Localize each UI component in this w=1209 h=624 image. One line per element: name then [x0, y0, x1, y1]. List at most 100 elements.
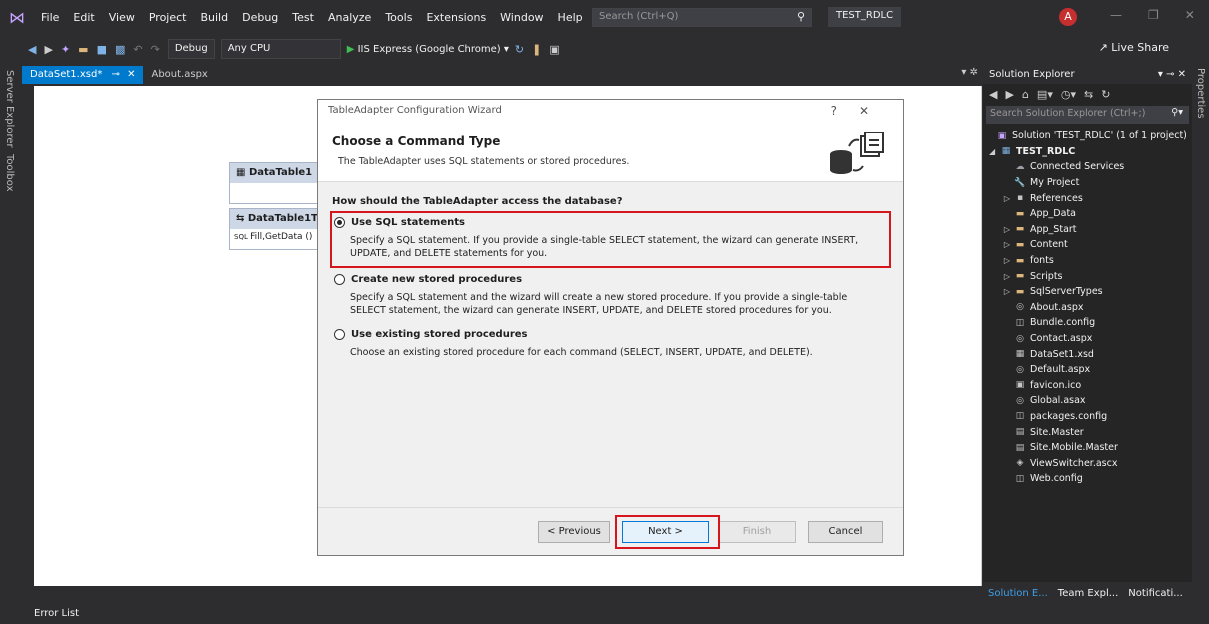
refresh-icon[interactable]: ↻: [515, 43, 524, 56]
radio-use-existing-procedures[interactable]: [334, 329, 345, 340]
pin-panel-icon[interactable]: ⊸: [1166, 69, 1178, 80]
close-dialog-button[interactable]: ✕: [859, 104, 891, 118]
menu-file[interactable]: File: [34, 11, 66, 24]
query-method: Fill,GetData (): [250, 232, 313, 242]
browser-link-icon[interactable]: ❚: [532, 43, 541, 56]
tree-item[interactable]: ▦ DataSet1.xsd: [983, 346, 1192, 362]
tree-item[interactable]: ▤ Site.Mobile.Master: [983, 440, 1192, 456]
tree-item[interactable]: ▷ ▬ fonts: [983, 253, 1192, 269]
toolbox-tab[interactable]: Toolbox: [4, 154, 15, 192]
tree-item[interactable]: ◫ Web.config: [983, 471, 1192, 487]
cancel-button[interactable]: Cancel: [808, 521, 883, 543]
back-icon[interactable]: ◀: [989, 88, 997, 101]
tab-about-aspx[interactable]: About.aspx: [143, 66, 215, 84]
solution-configuration-dropdown[interactable]: Debug: [167, 39, 215, 59]
collapsed-arrow-icon[interactable]: ▷: [1001, 287, 1013, 296]
pin-icon[interactable]: ⊸: [112, 69, 120, 80]
tab-solution-explorer[interactable]: Solution E...: [983, 588, 1053, 599]
menu-build[interactable]: Build: [193, 11, 235, 24]
menu-analyze[interactable]: Analyze: [321, 11, 378, 24]
switch-views-icon[interactable]: ▤▾: [1037, 88, 1053, 101]
menu-debug[interactable]: Debug: [235, 11, 285, 24]
save-icon[interactable]: ■: [97, 43, 107, 56]
tab-dataset1-xsd[interactable]: DataSet1.xsd* ⊸ ✕: [22, 66, 144, 84]
tree-item[interactable]: ▷ ▬ Scripts: [983, 268, 1192, 284]
tree-item[interactable]: ▬ App_Data: [983, 206, 1192, 222]
maximize-icon[interactable]: ❐: [1148, 8, 1159, 22]
forward-icon[interactable]: ▶: [44, 43, 52, 56]
option-use-existing-procedures[interactable]: Use existing stored procedures Choose an…: [332, 325, 887, 365]
collapsed-arrow-icon[interactable]: ▷: [1001, 256, 1013, 265]
tree-item[interactable]: ◫ Bundle.config: [983, 315, 1192, 331]
back-icon[interactable]: ◀: [28, 43, 36, 56]
help-button[interactable]: ?: [831, 104, 859, 118]
tab-notifications[interactable]: Notificati...: [1123, 588, 1187, 599]
home-icon[interactable]: ⌂: [1022, 88, 1029, 101]
tree-item[interactable]: ☁ Connected Services: [983, 159, 1192, 175]
solution-search-input[interactable]: Search Solution Explorer (Ctrl+;) ⚲▾: [986, 106, 1189, 124]
solution-platform-dropdown[interactable]: Any CPU: [220, 39, 341, 59]
expanded-arrow-icon[interactable]: ◢: [983, 147, 995, 156]
menu-extensions[interactable]: Extensions: [419, 11, 493, 24]
user-avatar[interactable]: A: [1059, 8, 1077, 26]
quick-launch-search[interactable]: Search (Ctrl+Q) ⚲: [592, 8, 812, 27]
menu-view[interactable]: View: [102, 11, 142, 24]
start-debugging-button[interactable]: ▶ IIS Express (Google Chrome) ▾: [347, 44, 509, 55]
tree-item[interactable]: ◎ About.aspx: [983, 300, 1192, 316]
tree-item-solution[interactable]: ▣ Solution 'TEST_RDLC' (1 of 1 project): [983, 128, 1192, 144]
close-panel-icon[interactable]: ✕: [1178, 69, 1186, 80]
tab-overflow-icon[interactable]: ▾ ✲: [961, 67, 978, 78]
collapsed-arrow-icon[interactable]: ▷: [1001, 225, 1013, 234]
radio-create-stored-procedures[interactable]: [334, 274, 345, 285]
refresh-icon[interactable]: ↻: [1101, 88, 1110, 101]
collapsed-arrow-icon[interactable]: ▷: [1001, 272, 1013, 281]
tree-item[interactable]: ◎ Default.aspx: [983, 362, 1192, 378]
tree-item-project[interactable]: ◢ ▦ TEST_RDLC: [983, 144, 1192, 160]
menu-tools[interactable]: Tools: [378, 11, 419, 24]
tab-team-explorer[interactable]: Team Expl...: [1053, 588, 1124, 599]
menu-project[interactable]: Project: [142, 11, 194, 24]
undo-icon[interactable]: ↶: [133, 43, 142, 56]
tree-item[interactable]: ▷ ▬ App_Start: [983, 222, 1192, 238]
sync-icon[interactable]: ⇆: [1084, 88, 1093, 101]
redo-icon[interactable]: ↷: [151, 43, 160, 56]
tree-item[interactable]: ◎ Global.asax: [983, 393, 1192, 409]
option-use-sql-statements[interactable]: Use SQL statements Specify a SQL stateme…: [330, 211, 891, 268]
config-file-icon: ◫: [1015, 317, 1025, 328]
radio-use-sql-statements[interactable]: [334, 217, 345, 228]
tree-item[interactable]: ◈ ViewSwitcher.ascx: [983, 455, 1192, 471]
menu-test[interactable]: Test: [285, 11, 321, 24]
open-folder-icon[interactable]: ▬: [78, 43, 88, 56]
close-window-icon[interactable]: ✕: [1185, 8, 1195, 22]
pending-changes-icon[interactable]: ◷▾: [1061, 88, 1076, 101]
toolbar-options-icon[interactable]: ▣: [549, 43, 559, 56]
tree-item[interactable]: ▷ ▬ Content: [983, 237, 1192, 253]
close-tab-icon[interactable]: ✕: [127, 69, 135, 80]
tree-item[interactable]: ▷ ▪ References: [983, 190, 1192, 206]
error-list-tab[interactable]: Error List: [34, 608, 79, 619]
save-all-icon[interactable]: ▩: [115, 43, 125, 56]
tree-label: Default.aspx: [1030, 364, 1091, 376]
tree-item[interactable]: 🔧 My Project: [983, 175, 1192, 191]
minimize-icon[interactable]: —: [1110, 8, 1122, 22]
next-button-highlight: [615, 515, 720, 549]
server-explorer-tab[interactable]: Server Explorer: [4, 70, 15, 148]
previous-button[interactable]: < Previous: [538, 521, 610, 543]
option-create-stored-procedures[interactable]: Create new stored procedures Specify a S…: [332, 270, 887, 323]
menu-window[interactable]: Window: [493, 11, 550, 24]
option-label: Use existing stored procedures: [351, 329, 528, 340]
panel-menu-icon[interactable]: ▾: [1158, 69, 1166, 80]
collapsed-arrow-icon[interactable]: ▷: [1001, 240, 1013, 249]
menu-help[interactable]: Help: [551, 11, 590, 24]
live-share-button[interactable]: ↗ Live Share: [1099, 41, 1169, 54]
tree-item[interactable]: ◎ Contact.aspx: [983, 331, 1192, 347]
collapsed-arrow-icon[interactable]: ▷: [1001, 194, 1013, 203]
tree-item[interactable]: ▷ ▬ SqlServerTypes: [983, 284, 1192, 300]
tree-item[interactable]: ▣ favicon.ico: [983, 378, 1192, 394]
tree-item[interactable]: ▤ Site.Master: [983, 424, 1192, 440]
menu-edit[interactable]: Edit: [66, 11, 101, 24]
forward-icon[interactable]: ▶: [1005, 88, 1013, 101]
tree-item[interactable]: ◫ packages.config: [983, 409, 1192, 425]
new-project-icon[interactable]: ✦: [61, 43, 70, 56]
properties-tab[interactable]: Properties: [1195, 68, 1206, 119]
